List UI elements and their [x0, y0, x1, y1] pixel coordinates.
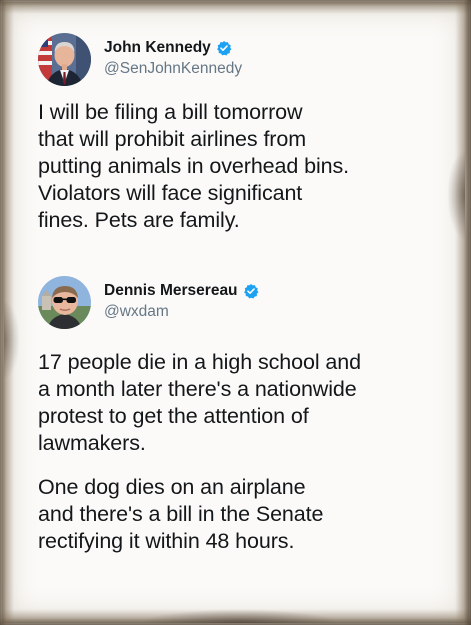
grunge-stain: [4, 300, 20, 380]
author-handle[interactable]: @wxdam: [104, 301, 259, 323]
tweet-text-line: putting animals in overhead bins.: [38, 154, 350, 178]
meme-image-frame: John Kennedy @SenJohnKennedy I will be f…: [0, 0, 471, 625]
avatar-photo-man-with-flag-icon: [38, 32, 91, 86]
avatar-mersereau[interactable]: [38, 275, 91, 329]
tweet-text-line: that will prohibit airlines from: [38, 127, 307, 151]
tweet-text-line: a month later there's a nationwide: [38, 377, 357, 401]
tweet-text-line: One dog dies on an airplane: [38, 475, 306, 499]
author-handle[interactable]: @SenJohnKennedy: [104, 58, 242, 80]
avatar-kennedy[interactable]: [38, 32, 91, 86]
worn-border-left: [0, 0, 14, 625]
author-info: John Kennedy @SenJohnKennedy: [104, 38, 242, 80]
tweet-header: John Kennedy @SenJohnKennedy: [38, 30, 449, 88]
tweet-mersereau: Dennis Mersereau @wxdam 17 people die in…: [38, 273, 449, 555]
verified-badge-icon: [243, 283, 259, 299]
tweet-text-line: and there's a bill in the Senate: [38, 502, 324, 526]
worn-border-top: [0, 0, 471, 14]
grunge-stain: [447, 150, 465, 240]
tweet-text-line: protest to get the attention of: [38, 404, 309, 428]
tweet-text-paragraph: One dog dies on an airplane and there's …: [38, 474, 449, 555]
author-name-row: John Kennedy: [104, 38, 242, 58]
author-name-row: Dennis Mersereau: [104, 281, 259, 301]
tweet-kennedy: John Kennedy @SenJohnKennedy I will be f…: [38, 30, 449, 234]
worn-border-bottom: [0, 609, 471, 625]
tweet-text-line: fines. Pets are family.: [38, 208, 240, 232]
tweet-header: Dennis Mersereau @wxdam: [38, 273, 449, 331]
tweet-text-paragraph: 17 people die in a high school and a mon…: [38, 349, 449, 457]
author-name[interactable]: John Kennedy: [104, 38, 211, 58]
tweet-text-line: rectifying it within 48 hours.: [38, 529, 295, 553]
worn-border-right: [455, 0, 471, 625]
avatar-photo-man-with-sunglasses-icon: [38, 275, 91, 329]
verified-badge-icon: [216, 40, 232, 56]
grunge-stain: [140, 609, 340, 623]
tweet-text-line: lawmakers.: [38, 431, 146, 455]
tweet-text-line: Violators will face significant: [38, 181, 303, 205]
author-name[interactable]: Dennis Mersereau: [104, 281, 238, 301]
tweet-text-line: 17 people die in a high school and: [38, 350, 361, 374]
tweet-text: I will be filing a bill tomorrow that wi…: [38, 99, 449, 234]
tweet-text-line: I will be filing a bill tomorrow: [38, 100, 303, 124]
author-info: Dennis Mersereau @wxdam: [104, 281, 259, 323]
